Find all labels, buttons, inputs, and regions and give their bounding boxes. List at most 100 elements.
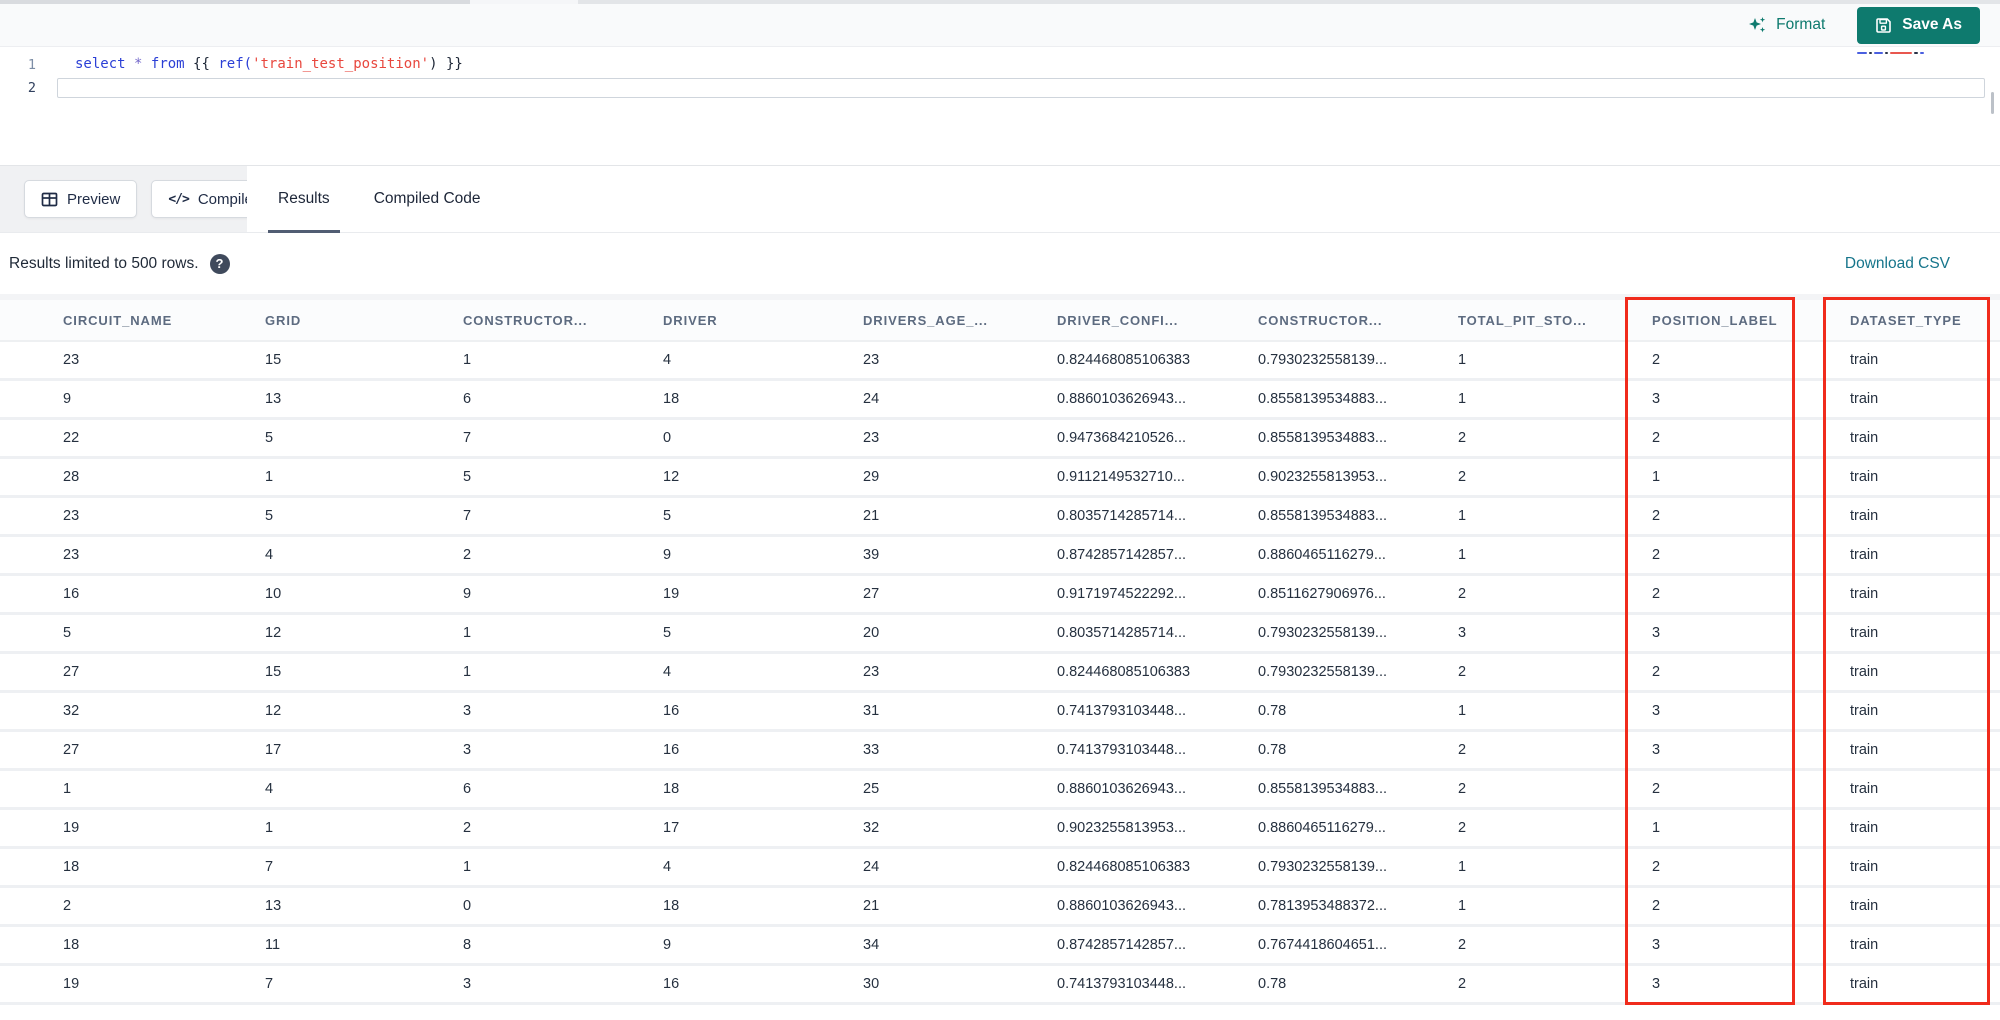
table-cell: 2 (1652, 508, 1661, 524)
table-cell: 8 (463, 937, 472, 953)
table-cell: train (1850, 586, 1879, 602)
save-icon (1875, 17, 1892, 34)
save-as-button[interactable]: Save As (1857, 6, 1980, 44)
code-token: select (75, 56, 126, 72)
table-cell: 0.8035714285714... (1057, 508, 1187, 524)
table-cell: train (1850, 742, 1879, 758)
table-cell: 28 (63, 469, 80, 485)
table-cell: 1 (1458, 547, 1467, 563)
help-icon[interactable]: ? (209, 253, 230, 274)
code-editor[interactable]: 1 2 select * from {{ ref('train_test_pos… (0, 47, 2000, 165)
table-cell: 2 (1458, 664, 1467, 680)
table-cell: 1 (1458, 898, 1467, 914)
table-cell: 0.7413793103448... (1057, 976, 1187, 992)
table-cell: 2 (1458, 976, 1467, 992)
table-cell: 0.824468085106383 (1057, 859, 1191, 875)
table-cell: 3 (1652, 742, 1661, 758)
table-row: 22 5 7 0 23 0.9473684210526... 0.8558139534883… (0, 420, 2000, 459)
table-cell: 0.8742857142857... (1057, 937, 1187, 953)
table-cell: 18 (663, 781, 680, 797)
code-token: ref( (218, 56, 253, 72)
table-cell: train (1850, 664, 1879, 680)
column-header: DRIVER (663, 312, 718, 328)
table-row: 19 1 2 17 32 0.9023255813953... 0.886046511627… (0, 810, 2000, 849)
table-cell: 1 (1652, 469, 1661, 485)
code-token: * (134, 56, 143, 72)
table-cell: 4 (663, 664, 672, 680)
table-cell: 2 (1652, 859, 1661, 875)
table-cell: 19 (63, 976, 80, 992)
table-cell: 23 (863, 352, 880, 368)
table-row: 2 13 0 18 21 0.8860103626943... 0.781395348837… (0, 888, 2000, 927)
table-cell: 18 (63, 859, 80, 875)
preview-label: Preview (67, 190, 121, 208)
table-cell: 10 (265, 586, 282, 602)
active-line-highlight (57, 78, 1985, 98)
table-cell: 1 (1652, 820, 1661, 836)
table-cell: 7 (463, 430, 472, 446)
table-cell: 0.7413793103448... (1057, 703, 1187, 719)
table-cell: 0.8558139534883... (1258, 430, 1388, 446)
table-cell: 23 (63, 547, 80, 563)
table-cell: 9 (63, 391, 72, 407)
table-cell: 33 (863, 742, 880, 758)
tab-compiled-code-label: Compiled Code (373, 190, 481, 207)
table-cell: 1 (463, 859, 472, 875)
code-token-group: ref('train_test_position') (218, 56, 437, 72)
table-cell: 13 (265, 898, 282, 914)
tab-strip-active-segment[interactable] (470, 0, 578, 4)
table-cell: 32 (63, 703, 80, 719)
sparkles-icon (1748, 16, 1767, 35)
table-cell: 0.7674418604651... (1258, 937, 1388, 953)
table-cell: 4 (663, 859, 672, 875)
column-header: DATASET_TYPE (1850, 312, 1962, 328)
format-button[interactable]: Format (1742, 15, 1831, 36)
download-csv-link[interactable]: Download CSV (1845, 255, 1950, 273)
table-cell: 2 (1458, 742, 1467, 758)
editor-scrollbar[interactable] (1991, 92, 1994, 114)
table-cell: 22 (63, 430, 80, 446)
column-header: POSITION_LABEL (1652, 312, 1778, 328)
table-row: 28 1 5 12 29 0.9112149532710... 0.902325581395… (0, 459, 2000, 498)
tab-compiled-code[interactable]: Compiled Code (374, 166, 481, 232)
code-token: {{ (193, 56, 210, 72)
table-row: 32 12 3 16 31 0.7413793103448... 0.78 1 3 train (0, 693, 2000, 732)
table-cell: 13 (265, 391, 282, 407)
table-cell: 0.9171974522292... (1057, 586, 1187, 602)
table-row: 5 12 1 5 20 0.8035714285714... 0.7930232558139… (0, 615, 2000, 654)
tab-results-label: Results (278, 190, 330, 207)
code-line[interactable]: select * from {{ ref('train_test_positio… (75, 56, 463, 72)
table-cell: 34 (863, 937, 880, 953)
results-table-header: CIRCUIT_NAME GRID CONSTRUCTOR... DRIVER DRIV… (0, 300, 2000, 342)
line-number: 2 (27, 80, 36, 96)
table-cell: 0.8860103626943... (1057, 391, 1187, 407)
table-cell: 2 (1652, 352, 1661, 368)
table-cell: 2 (1652, 430, 1661, 446)
table-cell: 3 (1652, 625, 1661, 641)
table-cell: 2 (1652, 586, 1661, 602)
table-cell: 3 (463, 742, 472, 758)
preview-button[interactable]: Preview (24, 180, 138, 218)
table-cell: 2 (1458, 820, 1467, 836)
table-row: 16 10 9 19 27 0.9171974522292... 0.85116279069… (0, 576, 2000, 615)
code-token: 'train_test_position' (252, 56, 430, 72)
table-cell: 0.9023255813953... (1258, 469, 1388, 485)
table-cell: 23 (863, 664, 880, 680)
table-cell: 1 (1458, 508, 1467, 524)
column-header: GRID (265, 312, 302, 328)
table-cell: train (1850, 781, 1879, 797)
table-cell: 2 (1652, 898, 1661, 914)
tab-results[interactable]: Results (268, 166, 340, 233)
line-number: 1 (27, 57, 36, 73)
table-cell: 0.8035714285714... (1057, 625, 1187, 641)
table-cell: 1 (1458, 391, 1467, 407)
compile-label: Compile (197, 190, 253, 208)
table-row: 1 4 6 18 25 0.8860103626943... 0.8558139534883… (0, 771, 2000, 810)
table-cell: 23 (63, 508, 80, 524)
table-cell: 1 (463, 664, 472, 680)
table-cell: 5 (663, 625, 672, 641)
table-cell: 0.8860103626943... (1057, 781, 1187, 797)
column-header: TOTAL_PIT_STO... (1458, 312, 1587, 328)
browser-tab-strip (0, 0, 2000, 4)
table-cell: 0.7930232558139... (1258, 664, 1388, 680)
